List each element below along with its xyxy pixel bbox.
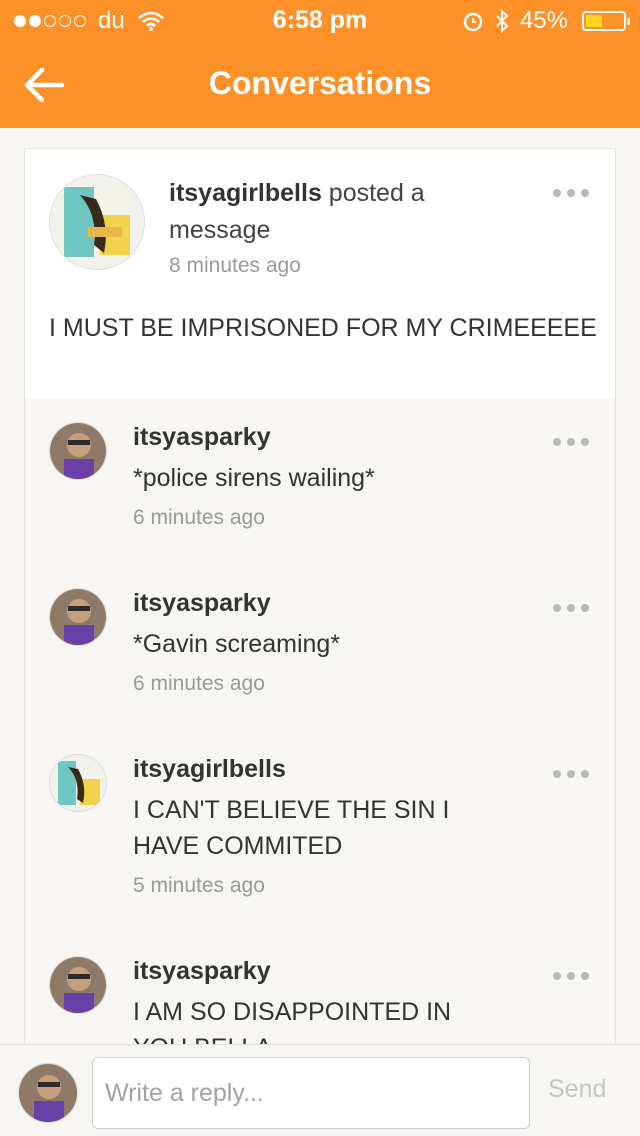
nav-bar: Conversations: [0, 40, 640, 128]
more-options-icon[interactable]: [553, 972, 589, 980]
battery-level-fill: [586, 15, 603, 27]
avatar[interactable]: [49, 174, 145, 270]
post-headline: itsyagirlbells posted a message: [169, 175, 469, 249]
avatar: [18, 1063, 78, 1123]
conversation-scroll[interactable]: itsyagirlbells posted a message 8 minute…: [0, 128, 640, 1044]
alarm-icon: [463, 12, 483, 32]
reply-message: I CAN'T BELIEVE THE SIN I HAVE COMMITED: [133, 796, 450, 860]
bluetooth-icon: [496, 9, 509, 33]
reply-username[interactable]: itsyasparky: [133, 957, 271, 986]
reply-composer: Send: [0, 1044, 640, 1136]
reply-message: *police sirens wailing*: [133, 464, 375, 492]
send-button[interactable]: Send: [548, 1075, 606, 1104]
conversation-card: itsyagirlbells posted a message 8 minute…: [24, 148, 616, 1044]
reply-input[interactable]: [92, 1057, 530, 1129]
more-options-icon[interactable]: [553, 189, 589, 197]
reply-timestamp: 6 minutes ago: [133, 672, 265, 695]
battery-icon: [582, 11, 630, 31]
reply-timestamp: 5 minutes ago: [133, 874, 265, 897]
reply-list: itsyasparky *police sirens wailing* 6 mi…: [25, 398, 615, 1044]
reply-timestamp: 6 minutes ago: [133, 506, 265, 529]
reply-message: I AM SO DISAPPOINTED IN YOU BELLA: [133, 998, 452, 1044]
battery-percent: 45%: [519, 7, 568, 34]
post-timestamp: 8 minutes ago: [169, 254, 301, 277]
post-username[interactable]: itsyagirlbells: [169, 179, 322, 207]
more-options-icon[interactable]: [553, 604, 589, 612]
original-post: itsyagirlbells posted a message 8 minute…: [25, 149, 615, 399]
more-options-icon[interactable]: [553, 770, 589, 778]
status-bar: du 6:58 pm 45%: [0, 0, 640, 40]
page-title: Conversations: [208, 65, 432, 101]
post-body: I MUST BE IMPRISONED FOR MY CRIMEEEEE: [49, 314, 597, 342]
reply-username[interactable]: itsyasparky: [133, 423, 271, 452]
avatar[interactable]: [49, 754, 107, 812]
avatar[interactable]: [49, 956, 107, 1014]
reply-message: *Gavin screaming*: [133, 630, 341, 658]
reply-username[interactable]: itsyasparky: [133, 589, 271, 618]
avatar[interactable]: [49, 588, 107, 646]
reply-username[interactable]: itsyagirlbells: [133, 755, 286, 784]
top-bar: du 6:58 pm 45% Conversations: [0, 0, 640, 128]
status-right: 45%: [462, 7, 630, 35]
more-options-icon[interactable]: [553, 438, 589, 446]
avatar[interactable]: [49, 422, 107, 480]
